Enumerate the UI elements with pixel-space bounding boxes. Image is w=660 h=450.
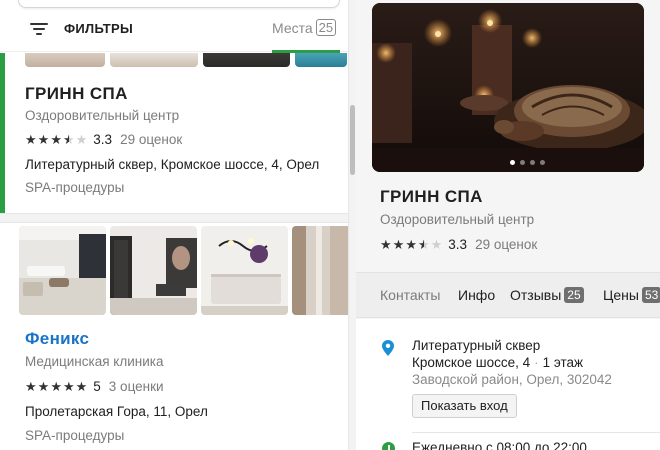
tab-prices[interactable]: Цены 53 <box>603 287 660 303</box>
tab-contacts[interactable]: Контакты <box>380 287 440 303</box>
star-full-icon: ★ <box>25 132 37 147</box>
place-detail-panel: ГРИНН СПА Оздоровительный центр ★ ★ ★ ★ ★ 3.… <box>356 0 660 450</box>
result-card-selected[interactable]: ГРИНН СПА Оздоровительный центр ★ ★ ★ ★ ★ 3.… <box>0 53 348 213</box>
clock-icon <box>382 442 395 450</box>
star-empty-icon: ★ <box>75 132 88 147</box>
tab-places[interactable]: Места 25 <box>272 19 337 36</box>
card-rating: ★ ★ ★ ★ ★ 3.3 29 оценок <box>25 132 182 147</box>
star-full-icon: ★ <box>50 132 62 147</box>
results-list-panel: ФИЛЬТРЫ Места 25 ГРИНН СПА Оздоровительн… <box>0 0 353 450</box>
result-card[interactable]: Феникс Медицинская клиника ★ ★ ★ ★ ★ 5 3 оце… <box>0 223 348 450</box>
rating-value: 5 <box>93 379 101 394</box>
tab-reviews-label: Отзывы <box>510 287 562 303</box>
section-divider <box>412 432 660 433</box>
tab-info[interactable]: Инфо <box>458 287 495 303</box>
carousel-dot[interactable] <box>520 160 525 165</box>
carousel-dot[interactable] <box>530 160 535 165</box>
rating-value: 3.3 <box>448 237 468 252</box>
card-photos[interactable] <box>19 226 348 315</box>
card-rating: ★ ★ ★ ★ ★ 5 3 оценки <box>25 379 164 394</box>
address-floor: 1 этаж <box>542 355 584 370</box>
card-subtitle: Оздоровительный центр <box>25 108 180 123</box>
prices-count-badge: 53 <box>641 287 660 303</box>
carousel-dot[interactable] <box>540 160 545 165</box>
star-full-icon: ★ <box>37 379 50 394</box>
place-category: Оздоровительный центр <box>380 212 535 227</box>
photo-thumbnail[interactable] <box>292 226 348 315</box>
list-scrollbar-thumb[interactable] <box>350 105 355 175</box>
star-half-icon: ★ <box>62 132 75 147</box>
rating-stars: ★ ★ ★ ★ ★ <box>25 133 87 146</box>
star-half-icon: ★ <box>417 237 430 252</box>
selected-indicator <box>0 53 5 213</box>
card-divider <box>0 213 348 223</box>
address-street-line: Кромское шоссе, 4 · 1 этаж <box>412 355 583 370</box>
star-full-icon: ★ <box>392 237 405 252</box>
card-category: SPA-процедуры <box>25 180 125 195</box>
list-header: ФИЛЬТРЫ Места 25 <box>0 0 353 53</box>
card-title[interactable]: ГРИНН СПА <box>25 84 128 104</box>
search-box[interactable] <box>18 0 340 8</box>
rating-stars: ★ ★ ★ ★ ★ <box>25 380 87 393</box>
address-street: Кромское шоссе, 4 <box>412 355 531 370</box>
filter-icon[interactable] <box>30 20 48 36</box>
carousel-dots[interactable] <box>510 160 545 165</box>
filters-button-label[interactable]: ФИЛЬТРЫ <box>64 21 133 36</box>
tab-prices-label: Цены <box>603 287 639 303</box>
contacts-section: Литературный сквер Кромское шоссе, 4 · 1… <box>356 319 660 450</box>
list-scrollbar[interactable] <box>348 0 356 450</box>
photo-thumbnail[interactable] <box>201 226 288 315</box>
photo-thumbnail[interactable] <box>19 226 106 315</box>
tab-contacts-label: Контакты <box>380 287 441 303</box>
star-full-icon: ★ <box>50 379 62 394</box>
star-full-icon: ★ <box>405 237 417 252</box>
star-full-icon: ★ <box>75 379 88 394</box>
card-category: SPA-процедуры <box>25 428 125 443</box>
tab-places-label: Места <box>272 19 313 36</box>
star-full-icon: ★ <box>380 237 392 252</box>
place-rating: ★ ★ ★ ★ ★ 3.3 29 оценок <box>380 237 537 252</box>
rating-stars: ★ ★ ★ ★ ★ <box>380 238 442 251</box>
carousel-dot[interactable] <box>510 160 515 165</box>
places-count-badge: 25 <box>315 19 337 36</box>
card-photos-strip <box>25 53 347 67</box>
rating-count[interactable]: 29 оценок <box>120 132 182 147</box>
rating-value: 3.3 <box>93 132 113 147</box>
tab-info-label: Инфо <box>458 287 496 303</box>
card-title-link[interactable]: Феникс <box>25 329 89 349</box>
address-landmark: Литературный сквер <box>412 338 541 353</box>
working-hours: Ежедневно с 08:00 до 22:00 <box>412 440 587 450</box>
rating-count[interactable]: 29 оценок <box>475 237 537 252</box>
card-subtitle: Медицинская клиника <box>25 354 164 369</box>
hero-photo[interactable] <box>372 3 644 172</box>
tab-reviews[interactable]: Отзывы 25 <box>510 287 584 303</box>
show-entrance-button[interactable]: Показать вход <box>412 394 517 418</box>
card-address: Литературный сквер, Кромское шоссе, 4, О… <box>25 157 320 172</box>
location-pin-icon <box>382 340 394 356</box>
address-separator: · <box>534 355 539 370</box>
detail-tabs: Контакты Инфо Отзывы 25 Цены 53 <box>356 272 660 318</box>
photo-thumbnail[interactable] <box>110 226 197 315</box>
reviews-count-badge: 25 <box>564 287 584 303</box>
star-full-icon: ★ <box>25 379 37 394</box>
rating-count[interactable]: 3 оценки <box>109 379 164 394</box>
star-empty-icon: ★ <box>430 237 443 252</box>
card-address: Пролетарская Гора, 11, Орел <box>25 404 208 419</box>
address-district: Заводской район, Орел, 302042 <box>412 372 612 387</box>
star-full-icon: ★ <box>62 379 75 394</box>
place-title: ГРИНН СПА <box>380 187 483 206</box>
star-full-icon: ★ <box>37 132 50 147</box>
